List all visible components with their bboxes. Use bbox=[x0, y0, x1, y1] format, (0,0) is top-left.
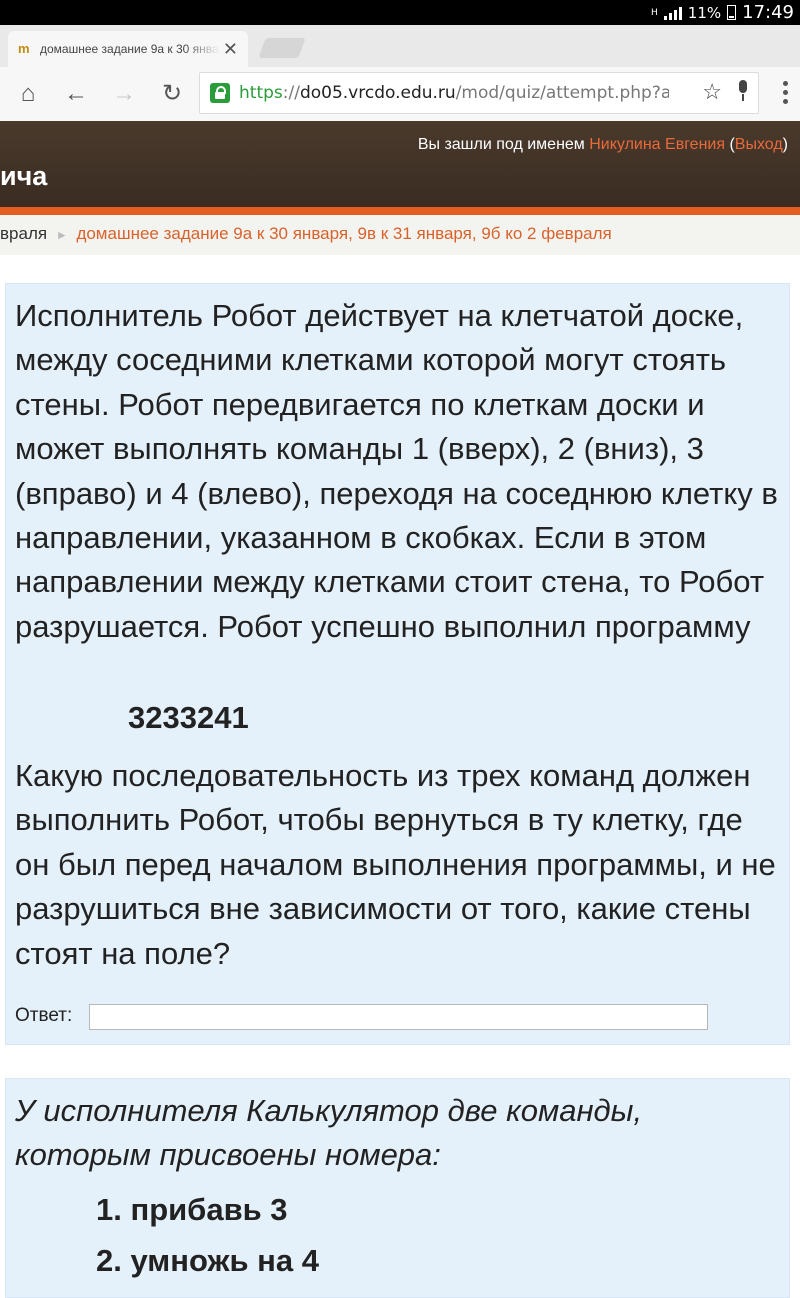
favicon-icon: m bbox=[18, 41, 30, 56]
answer-label: Ответ: bbox=[15, 1005, 73, 1026]
question-1-text: Исполнитель Робот действует на клетчатой… bbox=[15, 298, 778, 644]
new-tab-button[interactable] bbox=[258, 38, 306, 58]
breadcrumb: враля ► домашнее задание 9а к 30 января,… bbox=[0, 215, 800, 255]
site-header: Вы зашли под именем Никулина Евгения (Вы… bbox=[0, 121, 800, 207]
browser-toolbar: ⌂ ← → ↻ https://do05.vrcdo.edu.ru/mod/qu… bbox=[0, 67, 800, 121]
site-title: ича bbox=[0, 161, 48, 191]
back-icon[interactable]: ← bbox=[62, 80, 90, 108]
question-2: У исполнителя Калькулятор две команды, к… bbox=[5, 1078, 790, 1298]
battery-level: 11% bbox=[687, 3, 722, 22]
clock: 17:49 bbox=[742, 2, 794, 23]
battery-icon bbox=[727, 5, 737, 20]
bookmark-star-icon[interactable]: ☆ bbox=[702, 79, 722, 105]
breadcrumb-prev[interactable]: враля bbox=[0, 224, 47, 243]
tab-title: домашнее задание 9а к 30 января bbox=[40, 42, 220, 56]
signal-icon bbox=[663, 6, 682, 20]
question-1: Исполнитель Робот действует на клетчатой… bbox=[5, 283, 790, 1045]
command-item: 2. умножь на 4 bbox=[96, 1243, 319, 1278]
user-name-link[interactable]: Никулина Евгения bbox=[589, 136, 725, 153]
tab-strip: m домашнее задание 9а к 30 января ✕ bbox=[0, 25, 800, 68]
url-separator: :// bbox=[282, 83, 300, 103]
login-prefix: Вы зашли под именем bbox=[417, 136, 590, 153]
answer-input[interactable] bbox=[89, 1004, 708, 1030]
breadcrumb-current[interactable]: домашнее задание 9а к 30 января, 9в к 31… bbox=[76, 224, 611, 243]
close-tab-icon[interactable]: ✕ bbox=[223, 40, 238, 58]
browser-tab[interactable]: m домашнее задание 9а к 30 января ✕ bbox=[8, 31, 248, 67]
question-1-prompt: Какую последовательность из трех команд … bbox=[15, 758, 776, 971]
breadcrumb-separator: ► bbox=[55, 228, 68, 242]
program-code: 3233241 bbox=[128, 700, 249, 735]
login-info: Вы зашли под именем Никулина Евгения (Вы… bbox=[418, 136, 788, 154]
question-2-intro: У исполнителя Калькулятор две команды, к… bbox=[15, 1093, 643, 1173]
header-divider bbox=[0, 207, 800, 215]
url-text[interactable]: https://do05.vrcdo.edu.ru/mod/quiz/attem… bbox=[239, 83, 669, 103]
network-type: H bbox=[651, 7, 658, 18]
url-host: do05.vrcdo.edu.ru bbox=[299, 83, 456, 103]
reload-icon[interactable]: ↻ bbox=[158, 80, 186, 108]
url-scheme: https bbox=[239, 83, 283, 103]
forward-icon[interactable]: → bbox=[110, 80, 138, 108]
menu-icon[interactable] bbox=[782, 81, 788, 104]
address-bar[interactable]: https://do05.vrcdo.edu.ru/mod/quiz/attem… bbox=[199, 72, 759, 114]
logout-paren-open: ( bbox=[725, 136, 735, 153]
lock-icon bbox=[210, 83, 230, 103]
logout-link[interactable]: Выход bbox=[735, 136, 783, 153]
logout-paren-close: ) bbox=[782, 136, 788, 153]
home-icon[interactable]: ⌂ bbox=[14, 80, 42, 108]
url-path: /mod/quiz/attempt.php?attempt bbox=[455, 83, 669, 103]
status-bar: H 11% 17:49 bbox=[0, 0, 800, 25]
microphone-icon[interactable] bbox=[736, 79, 750, 103]
command-item: 1. прибавь 3 bbox=[96, 1192, 288, 1227]
